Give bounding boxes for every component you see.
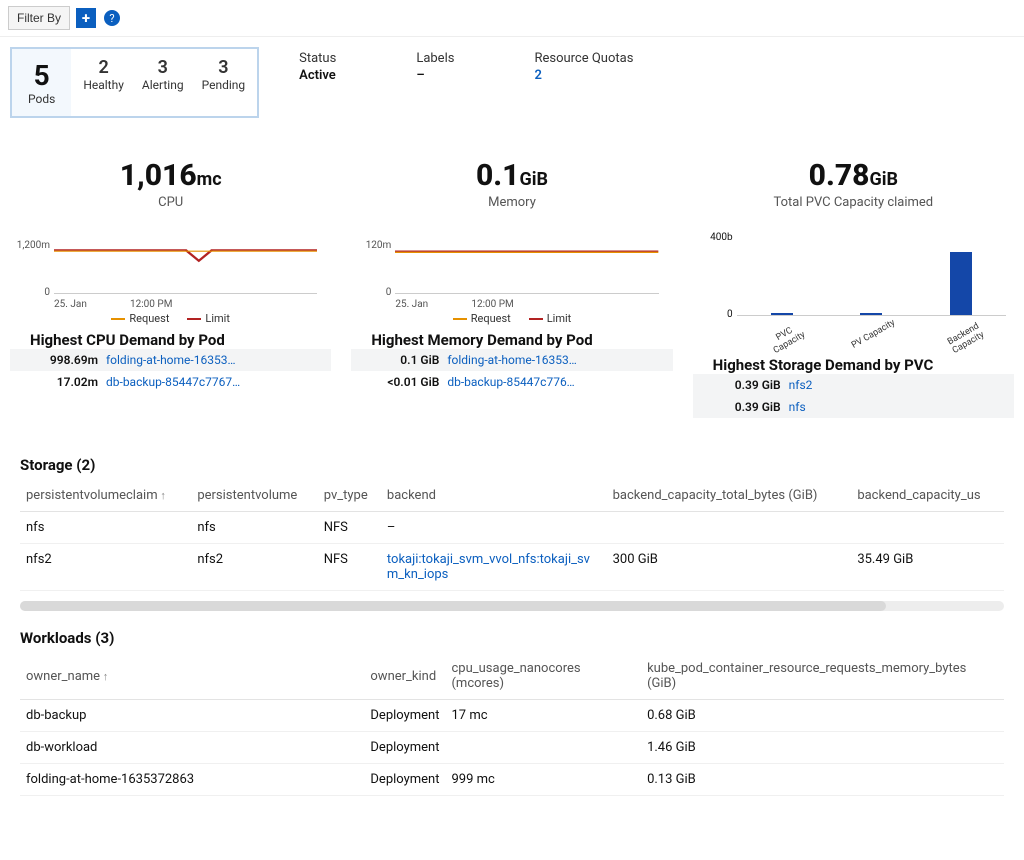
storage-table-title: Storage (2) [20,456,1004,474]
table-row[interactable]: db-backup Deployment 17 mc 0.68 GiB [20,700,1004,732]
col-owner-name[interactable]: owner_name [20,653,364,700]
cpu-demand-row: 998.69m folding-at-home-16353… [10,349,331,371]
memory-metric: 0.1GiB Memory 120m 0 25. Jan 12:00 PM Re… [351,158,672,418]
col-pvc[interactable]: persistentvolumeclaim [20,480,191,512]
pods-total: 5 [28,59,55,92]
cpu-legend: Request Limit [10,312,331,325]
scrollbar-thumb[interactable] [20,601,886,611]
memory-caption: Memory [351,195,672,210]
table-row[interactable]: nfs2 nfs2 NFS tokaji:tokaji_svm_vvol_nfs… [20,544,1004,591]
horizontal-scrollbar[interactable] [20,601,1004,611]
workloads-table-title: Workloads (3) [20,629,1004,647]
pods-alerting[interactable]: 3 Alerting [142,57,184,108]
workloads-table: owner_name owner_kind cpu_usage_nanocore… [20,653,1004,796]
add-filter-button[interactable]: + [76,8,96,28]
pod-link[interactable]: db-backup-85447c776… [447,375,652,389]
pvc-link[interactable]: nfs [789,400,994,414]
col-pvtype[interactable]: pv_type [318,480,381,512]
table-row[interactable]: nfs nfs NFS – [20,512,1004,544]
storage-demand-row: 0.39 GiB nfs2 [693,374,1014,396]
pod-link[interactable]: db-backup-85447c7767… [106,375,311,389]
help-icon[interactable]: ? [104,10,120,26]
col-cap[interactable]: backend_capacity_total_bytes (GiB) [607,480,852,512]
pods-pending[interactable]: 3 Pending [202,57,246,108]
storage-value: 0.78 [809,158,870,193]
memory-legend: Request Limit [351,312,672,325]
cpu-demand-title: Highest CPU Demand by Pod [10,331,331,349]
memory-chart: 120m 0 25. Jan 12:00 PM [351,220,672,310]
col-used[interactable]: backend_capacity_us [851,480,1004,512]
backend-link[interactable]: tokaji:tokaji_svm_vvol_nfs:tokaji_svm_kn… [381,544,607,591]
cpu-metric: 1,016mc CPU 1,200m 0 25. Jan 12:00 PM Re… [10,158,331,418]
memory-value: 0.1 [476,158,520,193]
col-mem[interactable]: kube_pod_container_resource_requests_mem… [641,653,1004,700]
pod-link[interactable]: folding-at-home-16353… [106,353,311,367]
storage-demand-row: 0.39 GiB nfs [693,396,1014,418]
memory-demand-row: <0.01 GiB db-backup-85447c776… [351,371,672,393]
cpu-caption: CPU [10,195,331,210]
storage-demand-title: Highest Storage Demand by PVC [693,356,1014,374]
pod-link[interactable]: folding-at-home-16353… [447,353,652,367]
meta-status: Status Active [299,51,336,83]
resource-quotas-link[interactable]: 2 [534,68,633,83]
table-row[interactable]: db-workload Deployment 1.46 GiB [20,732,1004,764]
col-backend[interactable]: backend [381,480,607,512]
cpu-chart: 1,200m 0 25. Jan 12:00 PM [10,220,331,310]
storage-chart: 400b 0 PVC Capacity PV Capacity Backend … [693,220,1014,350]
storage-table: persistentvolumeclaim persistentvolume p… [20,480,1004,591]
col-pv[interactable]: persistentvolume [191,480,317,512]
memory-demand-row: 0.1 GiB folding-at-home-16353… [351,349,672,371]
filter-by-button[interactable]: Filter By [8,6,70,30]
pods-summary-card: 5 Pods 2 Healthy 3 Alerting 3 Pending [10,47,259,118]
storage-metric: 0.78GiB Total PVC Capacity claimed 400b … [693,158,1014,418]
meta-labels: Labels – [416,51,454,83]
meta-quotas: Resource Quotas 2 [534,51,633,83]
memory-demand-title: Highest Memory Demand by Pod [351,331,672,349]
col-cpu[interactable]: cpu_usage_nanocores (mcores) [445,653,641,700]
cpu-value: 1,016 [120,158,197,193]
storage-caption: Total PVC Capacity claimed [693,195,1014,210]
pods-total-label: Pods [28,92,55,106]
cpu-demand-row: 17.02m db-backup-85447c7767… [10,371,331,393]
pvc-link[interactable]: nfs2 [789,378,994,392]
table-row[interactable]: folding-at-home-1635372863 Deployment 99… [20,764,1004,796]
pods-healthy[interactable]: 2 Healthy [83,57,124,108]
col-owner-kind[interactable]: owner_kind [364,653,445,700]
